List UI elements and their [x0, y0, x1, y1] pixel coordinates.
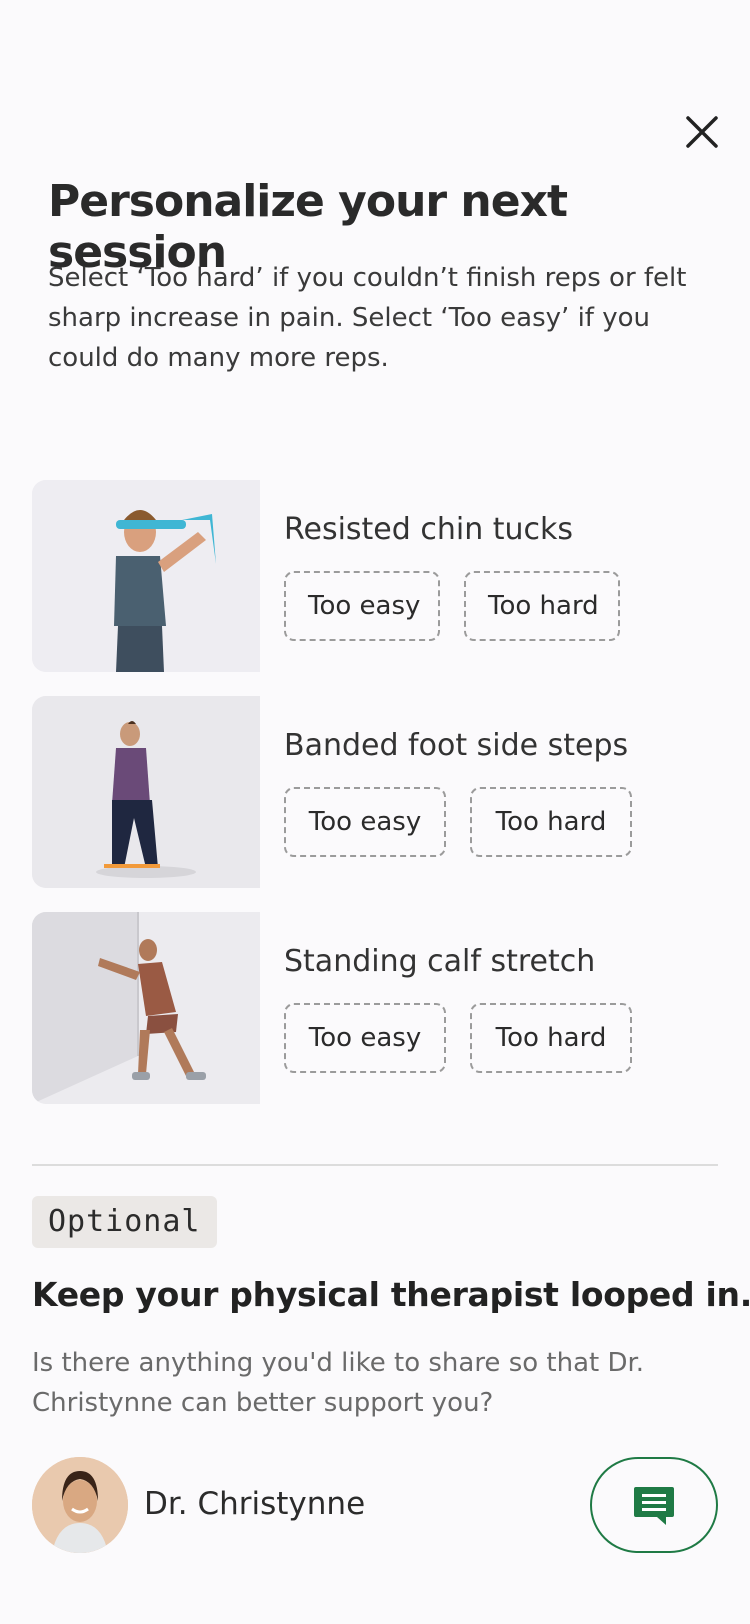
- too-hard-button[interactable]: Too hard: [470, 787, 632, 857]
- exercise-image: [32, 912, 260, 1104]
- instructions-text: Select ‘Too hard’ if you couldn’t finish…: [48, 263, 687, 373]
- feedback-prompt: Is there anything you'd like to share so…: [32, 1348, 645, 1418]
- chat-icon: [634, 1487, 674, 1525]
- too-easy-button[interactable]: Too easy: [284, 787, 446, 857]
- exercise-item-banded-foot-side-steps: Banded foot side steps Too easy Too hard: [32, 696, 732, 888]
- exercise-item-standing-calf-stretch: Standing calf stretch Too easy Too hard: [32, 912, 732, 1104]
- therapist-name: Dr. Christynne: [144, 1486, 366, 1522]
- exercise-image: [32, 696, 260, 888]
- optional-badge: Optional: [32, 1196, 217, 1248]
- exercise-name: Standing calf stretch: [284, 944, 596, 979]
- too-hard-button[interactable]: Too hard: [464, 571, 620, 641]
- exercise-name: Resisted chin tucks: [284, 512, 574, 547]
- therapist-avatar: [32, 1457, 128, 1553]
- exercise-name: Banded foot side steps: [284, 728, 629, 763]
- close-button[interactable]: [680, 110, 724, 154]
- section-divider: [32, 1164, 718, 1166]
- exercise-image: [32, 480, 260, 672]
- exercise-item-resisted-chin-tucks: Resisted chin tucks Too easy Too hard: [32, 480, 732, 672]
- close-icon: [686, 116, 718, 148]
- too-easy-button[interactable]: Too easy: [284, 1003, 446, 1073]
- too-hard-button[interactable]: Too hard: [470, 1003, 632, 1073]
- too-easy-button[interactable]: Too easy: [284, 571, 440, 641]
- message-therapist-button[interactable]: [590, 1457, 718, 1553]
- feedback-title: Keep your physical therapist looped in.: [32, 1275, 750, 1314]
